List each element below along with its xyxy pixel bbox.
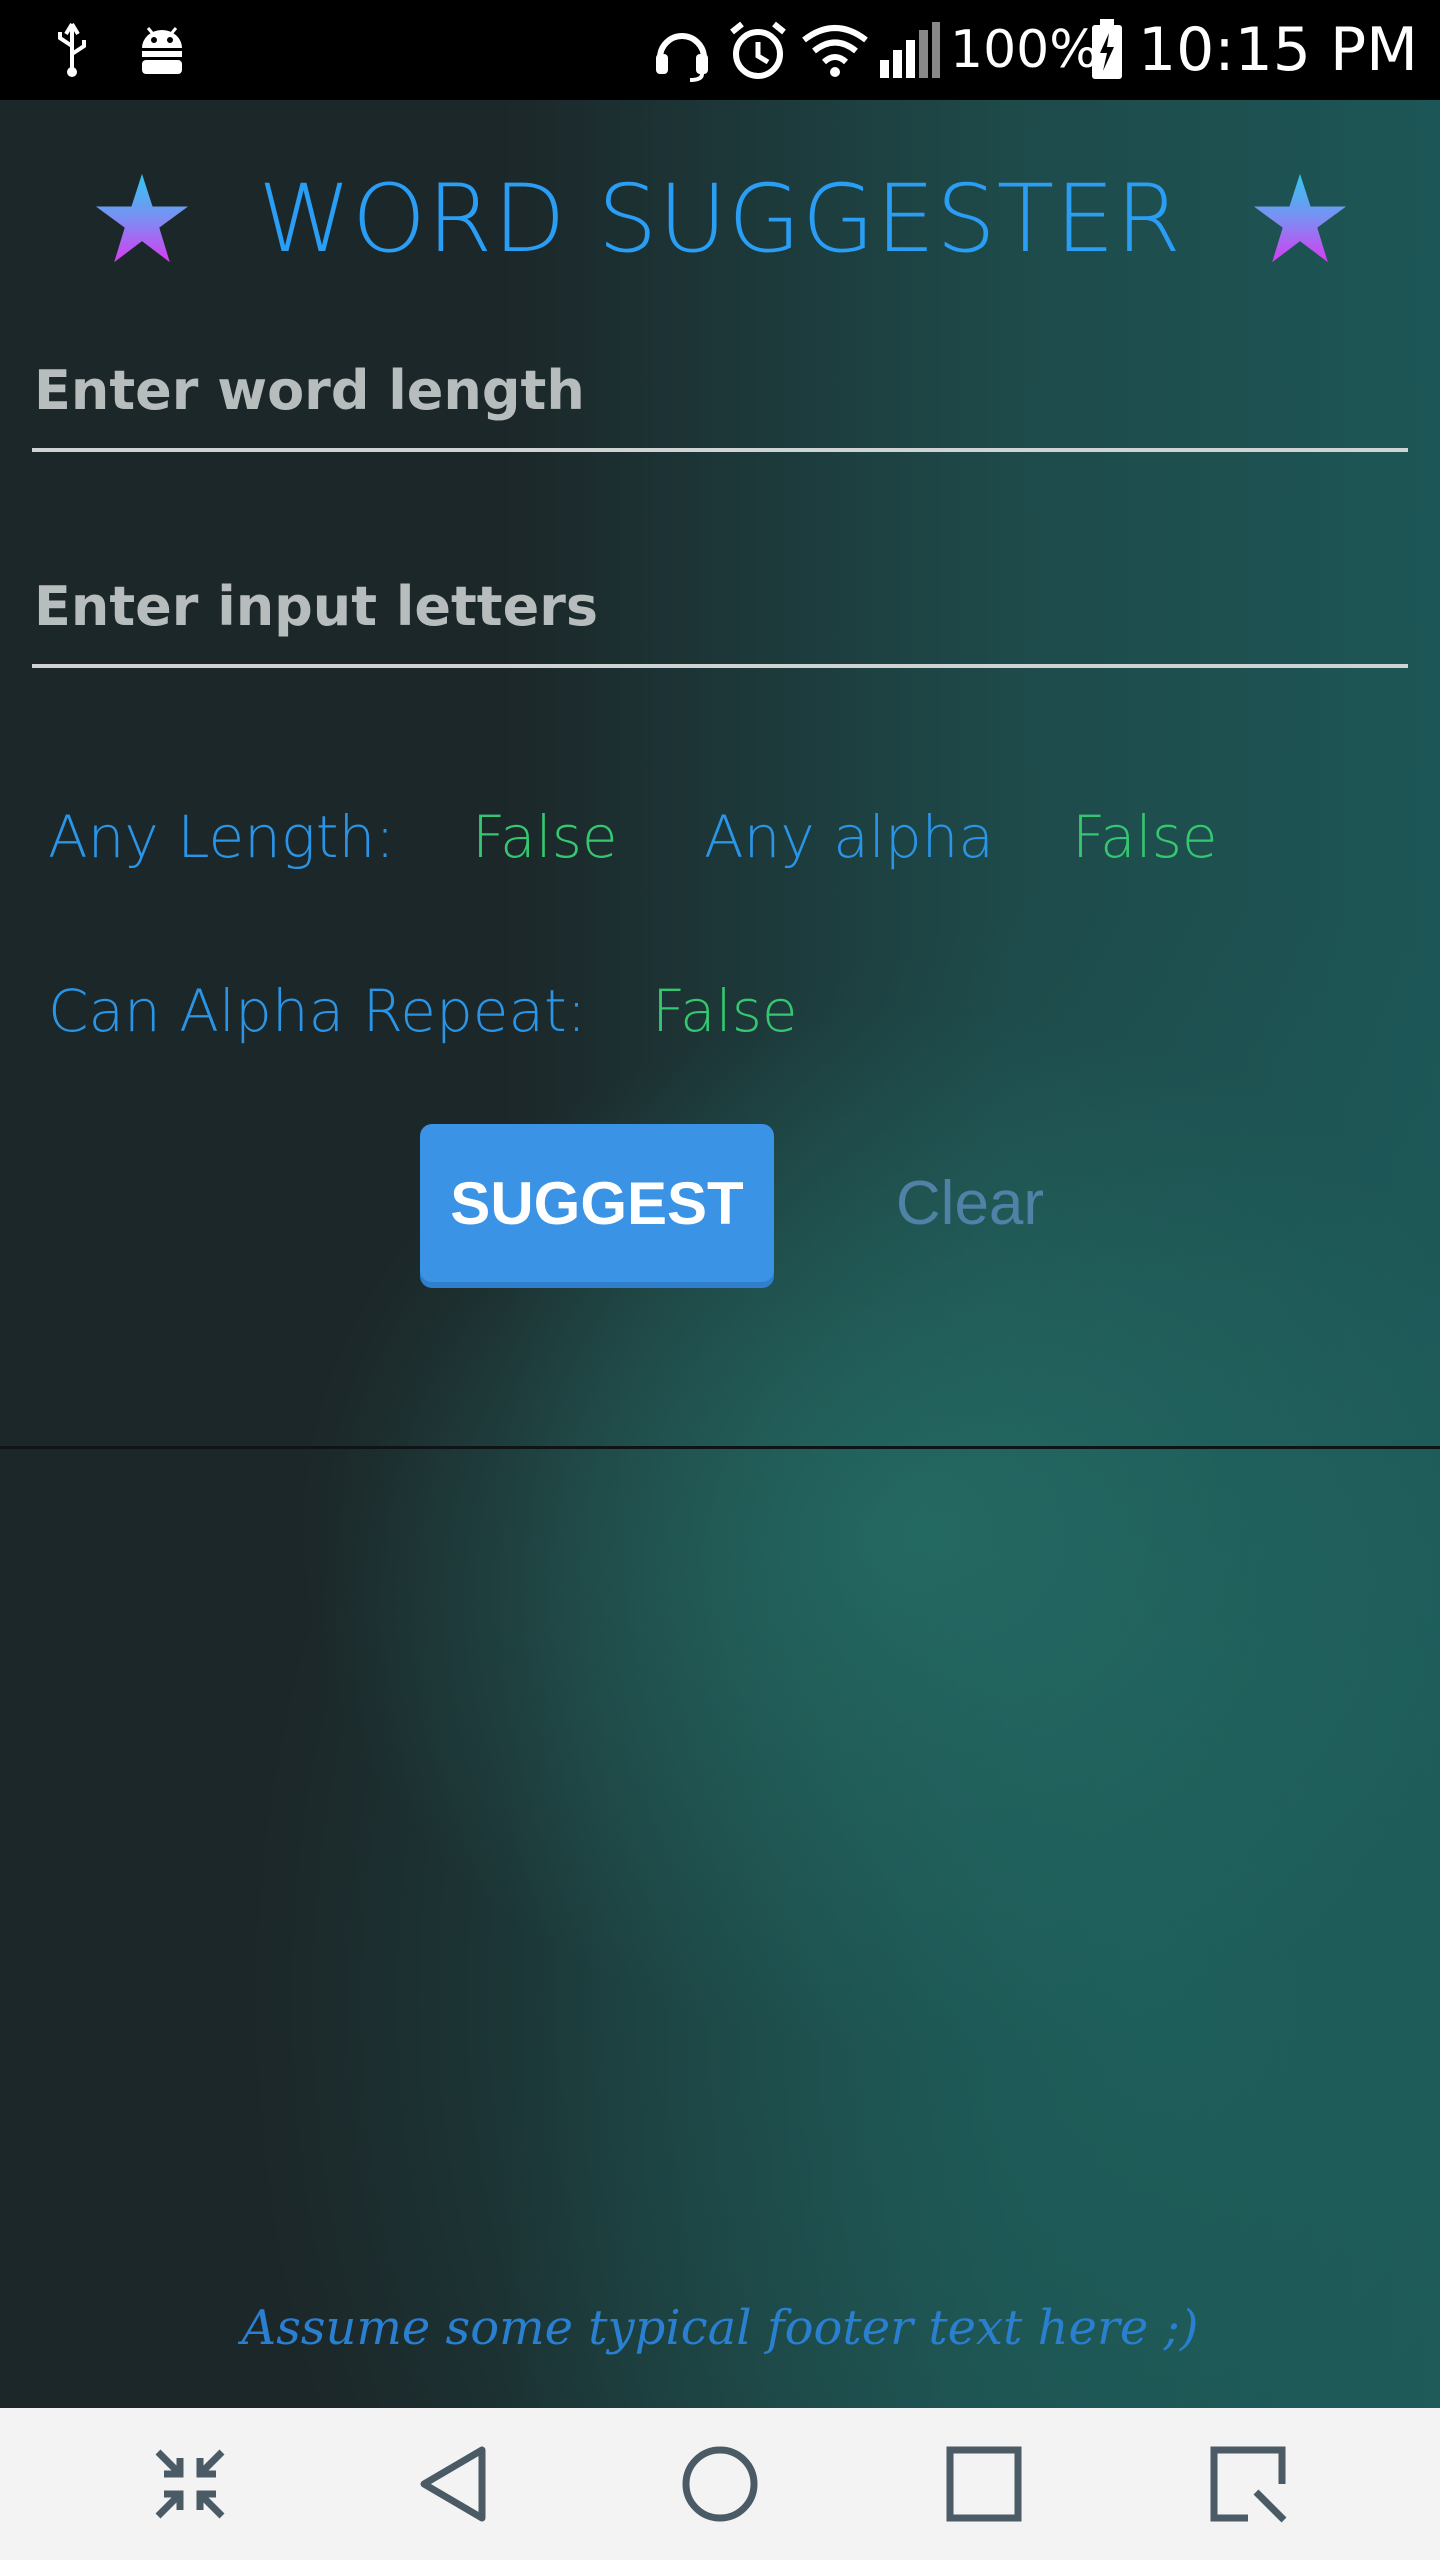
any-length-toggle[interactable]: False (472, 808, 618, 866)
app-screen: WORD SUGGESTER Any Length: False Any alp… (0, 100, 1440, 2408)
word-length-field[interactable] (32, 332, 1408, 452)
recents-icon[interactable] (944, 2444, 1024, 2524)
back-icon[interactable] (416, 2444, 496, 2524)
any-length-label: Any Length: (48, 803, 395, 871)
status-time: 10:15 PM (1138, 15, 1418, 85)
capture-icon[interactable] (1208, 2444, 1288, 2524)
clear-button[interactable]: Clear (870, 1124, 1070, 1282)
collapse-icon[interactable] (150, 2444, 230, 2524)
wifi-icon (802, 25, 868, 77)
headset-icon (656, 33, 708, 82)
results-divider (0, 1446, 1440, 1449)
usb-icon (58, 22, 86, 77)
battery-charging-icon (1092, 19, 1122, 79)
input-letters-field[interactable] (32, 548, 1408, 668)
title-row: WORD SUGGESTER (0, 160, 1440, 280)
any-alpha-label: Any alpha (704, 803, 994, 871)
footer-text: Assume some typical footer text here ;) (241, 2300, 1199, 2356)
nav-bar (0, 2408, 1440, 2560)
status-bar: 100% 10:15 PM (0, 0, 1440, 100)
android-debug-icon (142, 27, 182, 74)
alpha-repeat-label: Can Alpha Repeat: (48, 977, 587, 1045)
any-alpha-toggle[interactable]: False (1072, 808, 1218, 866)
alpha-repeat-toggle[interactable]: False (652, 982, 798, 1040)
app-title: WORD SUGGESTER (258, 165, 1182, 274)
home-icon[interactable] (680, 2444, 760, 2524)
alarm-icon (730, 21, 786, 79)
star-icon-right (1253, 173, 1347, 263)
signal-icon (880, 22, 940, 78)
battery-percent: 100% (950, 20, 1099, 80)
suggest-button[interactable]: SUGGEST (420, 1124, 774, 1282)
